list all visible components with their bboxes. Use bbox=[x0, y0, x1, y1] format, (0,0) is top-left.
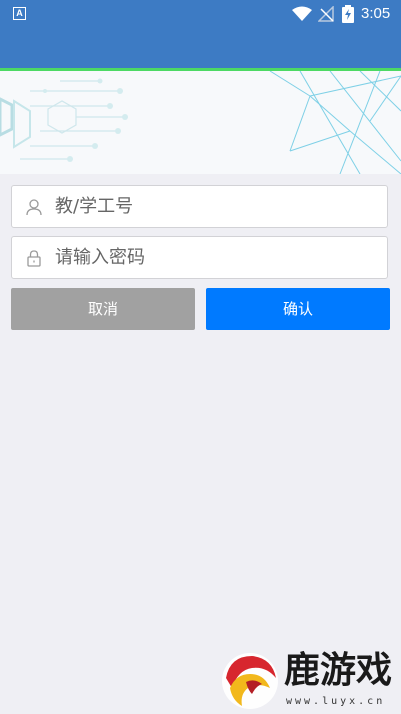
no-signal-icon bbox=[318, 6, 334, 22]
cancel-button[interactable]: 取消 bbox=[11, 288, 195, 330]
a-badge-icon: A bbox=[13, 7, 26, 20]
password-field[interactable] bbox=[11, 236, 388, 279]
watermark-brand: 鹿游戏 bbox=[284, 649, 393, 691]
a-badge-label: A bbox=[16, 8, 23, 18]
header-banner bbox=[0, 71, 401, 174]
lock-icon bbox=[27, 250, 41, 267]
watermark: 鹿游戏 www.luyx.cn bbox=[218, 648, 401, 714]
confirm-button[interactable]: 确认 bbox=[206, 288, 390, 330]
username-field[interactable] bbox=[11, 185, 388, 228]
cancel-button-label: 取消 bbox=[87, 300, 118, 318]
app-bar bbox=[0, 28, 401, 68]
password-input[interactable] bbox=[55, 237, 375, 278]
user-icon bbox=[26, 199, 42, 216]
confirm-button-label: 确认 bbox=[282, 300, 313, 318]
status-bar: A 3:05 bbox=[0, 0, 401, 28]
username-input[interactable] bbox=[55, 186, 375, 227]
watermark-url: www.luyx.cn bbox=[286, 696, 386, 707]
wifi-icon bbox=[292, 6, 312, 21]
status-time: 3:05 bbox=[361, 5, 391, 22]
deer-logo-icon bbox=[222, 653, 278, 709]
circuit-decoration bbox=[0, 71, 401, 174]
battery-charging-icon bbox=[342, 5, 354, 23]
